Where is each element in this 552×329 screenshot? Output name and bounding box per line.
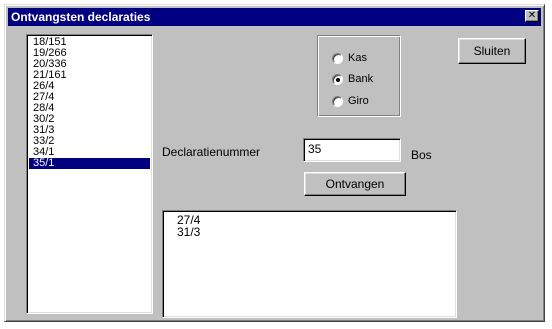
- radio-label-kas: Kas: [348, 52, 367, 64]
- payment-method-group: Kas Bank Giro: [317, 35, 401, 117]
- radio-kas[interactable]: Kas: [332, 51, 367, 65]
- received-list-memo[interactable]: 27/4 31/3: [162, 210, 457, 318]
- memo-line: 31/3: [177, 225, 201, 239]
- close-window-icon[interactable]: ✕: [525, 10, 539, 22]
- radio-giro[interactable]: Giro: [332, 94, 369, 108]
- radio-button-icon: [332, 95, 343, 107]
- radio-button-checked-icon: [332, 73, 343, 85]
- close-button[interactable]: Sluiten: [458, 38, 526, 64]
- declaration-listbox[interactable]: 18/151 19/266 20/336 21/161 26/4 27/4 28…: [26, 34, 153, 314]
- memo-line: 27/4: [177, 213, 201, 227]
- title-bar[interactable]: Ontvangsten declaraties ✕: [8, 8, 541, 26]
- receive-button[interactable]: Ontvangen: [304, 172, 406, 196]
- radio-label-bank: Bank: [348, 73, 374, 85]
- unit-label: Bos: [411, 148, 432, 162]
- radio-bank[interactable]: Bank: [332, 72, 373, 86]
- radio-label-giro: Giro: [348, 95, 369, 107]
- list-item-selected[interactable]: 35/1: [29, 158, 150, 169]
- radio-button-icon: [332, 52, 343, 64]
- window-title: Ontvangsten declaraties: [11, 10, 151, 24]
- declaration-number-label: Declaratienummer: [162, 145, 261, 159]
- declaration-number-input[interactable]: 35: [303, 138, 401, 162]
